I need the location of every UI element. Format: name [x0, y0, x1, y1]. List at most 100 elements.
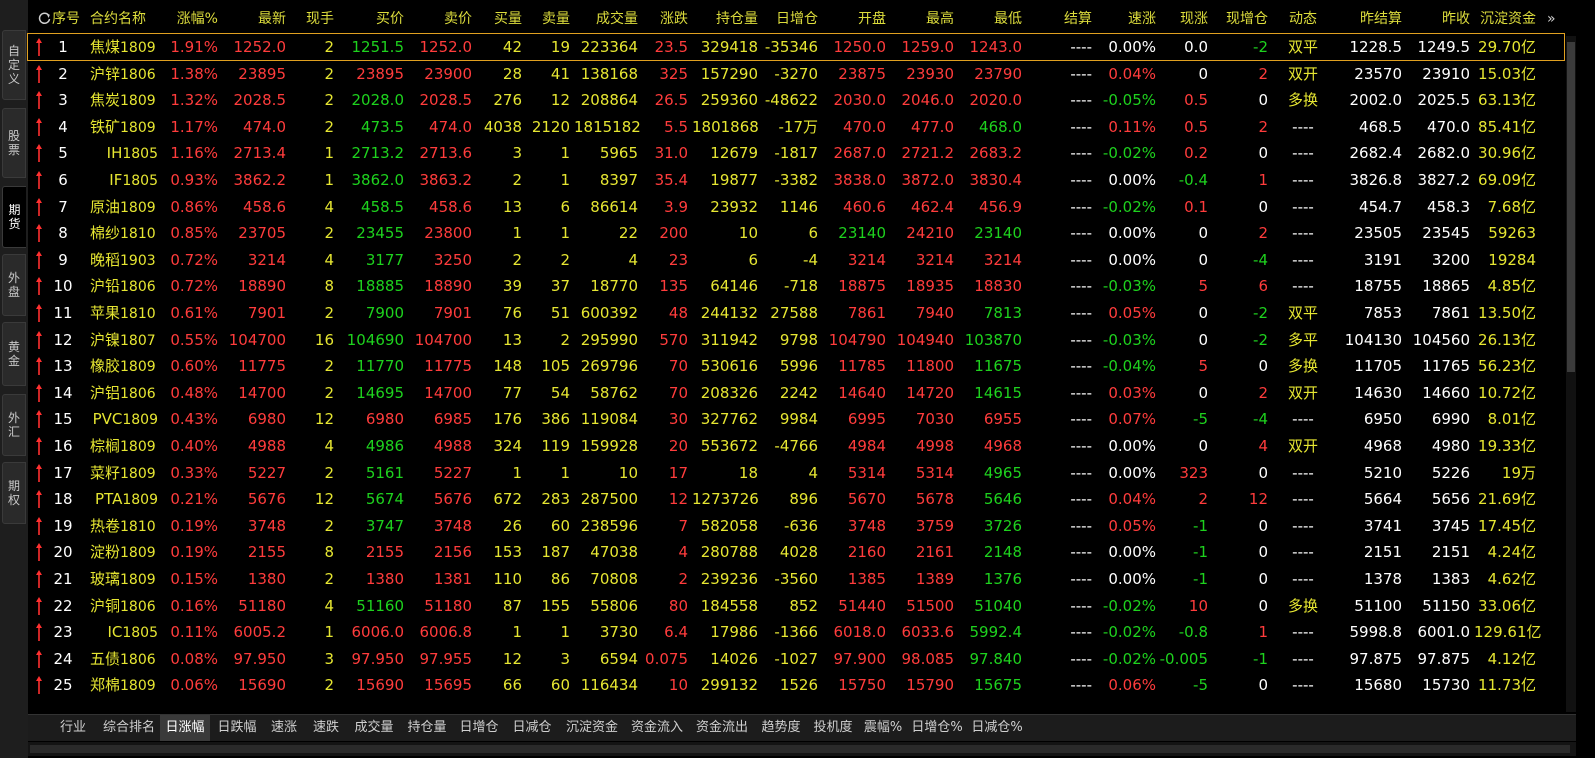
table-row[interactable]: 1 焦煤1809 1.91% 1252.0 2 1251.5 1252.0 42 19 22336… [27, 33, 1565, 61]
table-row[interactable]: 3 焦炭1809 1.32% 2028.5 2 2028.0 2028.5 276 12 2088… [28, 87, 1564, 113]
column-header[interactable]: 成交量 [574, 6, 638, 32]
column-header[interactable]: 昨结算 [1332, 6, 1402, 32]
column-header[interactable]: 日增仓 [762, 6, 818, 32]
column-header[interactable]: 现涨 [1158, 6, 1208, 32]
table-row[interactable]: 11 苹果1810 0.61% 7901 2 7900 7901 76 51 600392 48 24… [28, 300, 1564, 326]
left-tab-5[interactable]: 黄金 [2, 322, 26, 386]
bottom-tab-3[interactable]: 日涨幅 [160, 715, 210, 741]
cell-ask: 1252.0 [419, 38, 473, 56]
column-header[interactable]: 买价 [340, 6, 404, 32]
table-row[interactable]: 19 热卷1810 0.19% 3748 2 3747 3748 26 60 238596 7 582… [28, 513, 1564, 539]
column-header[interactable]: 昨收 [1406, 6, 1470, 32]
table-row[interactable]: 7 原油1809 0.86% 458.6 4 458.5 458.6 13 6 86614 3.9 2… [28, 194, 1564, 220]
column-header[interactable]: 动态 [1278, 6, 1328, 32]
horizontal-scrollbar[interactable] [28, 742, 1576, 756]
cell-nowoi: 0 [1258, 570, 1268, 588]
bottom-tab-6[interactable]: 速跌 [306, 715, 346, 741]
table-row[interactable]: 8 棉纱1810 0.85% 23705 2 23455 23800 1 1 22 200 10 6 23… [28, 220, 1564, 246]
bottom-tab-8[interactable]: 持仓量 [402, 715, 452, 741]
left-tab-3[interactable]: 期货 [2, 186, 26, 248]
column-header[interactable]: 开盘 [822, 6, 886, 32]
column-header[interactable]: 序号 [48, 6, 84, 32]
column-header[interactable]: 最新 [226, 6, 286, 32]
column-header[interactable]: 速涨 [1096, 6, 1156, 32]
column-header[interactable]: 沉淀资金 [1474, 6, 1536, 32]
cell-pct: 1.32% [170, 91, 218, 110]
cell-spd: -0.02% [1102, 596, 1156, 615]
column-header[interactable]: 现增仓 [1212, 6, 1268, 32]
table-row[interactable]: 4 铁矿1809 1.17% 474.0 2 473.5 474.0 4038 2120 1815… [28, 114, 1564, 140]
cell-preclose: 11765 [1422, 357, 1470, 376]
contract-name: 热卷1810 [90, 513, 160, 539]
bottom-tab-9[interactable]: 日增仓 [454, 715, 504, 741]
left-tab-7[interactable]: 期权 [2, 462, 26, 524]
table-row[interactable]: 13 橡胶1809 0.60% 11775 2 11770 11775 148 105 26979… [28, 353, 1564, 379]
table-row[interactable]: 24 五债1806 0.08% 97.950 3 97.950 97.955 12 3 6594 0… [28, 646, 1564, 672]
column-header[interactable]: 持仓量 [692, 6, 758, 32]
table-row[interactable]: 12 沪镍1807 0.55% 104700 16 104690 104700 13 2 2959… [28, 327, 1564, 353]
more-columns-icon[interactable]: » [1547, 6, 1567, 32]
table-row[interactable]: 16 棕榈1809 0.40% 4988 4 4986 4988 324 119 159928 20… [28, 433, 1564, 459]
column-header[interactable]: 最低 [958, 6, 1022, 32]
column-header[interactable]: 合约名称 [90, 6, 170, 32]
cell-hand: 2 [324, 357, 334, 376]
column-header[interactable]: 结算 [1038, 6, 1092, 32]
cell-bid: 5161 [365, 463, 404, 482]
bottom-tab-10[interactable]: 日减仓 [506, 715, 558, 741]
table-row[interactable]: 10 沪铅1806 0.72% 18890 8 18885 18890 39 37 18770 13… [28, 273, 1564, 299]
up-arrow-icon [36, 383, 42, 402]
column-header[interactable]: 最高 [890, 6, 954, 32]
column-header[interactable]: 买量 [478, 6, 522, 32]
contract-month: 1805 [122, 625, 158, 642]
bottom-tab-16[interactable]: 震幅% [860, 715, 906, 741]
bottom-tab-18[interactable]: 日减仓% [968, 715, 1026, 741]
left-tab-1[interactable]: 自定义 [2, 30, 26, 100]
table-row[interactable]: 25 郑棉1809 0.06% 15690 2 15690 15695 66 60 116434 1… [28, 672, 1564, 698]
bottom-tab-11[interactable]: 沉淀资金 [560, 715, 624, 741]
bottom-tab-17[interactable]: 日增仓% [908, 715, 966, 741]
table-row[interactable]: 6 IF1805 0.93% 3862.2 1 3862.0 3863.2 2 1 8397 35.… [28, 167, 1564, 193]
contract-symbol: IH [106, 144, 123, 163]
cell-preclose: 1383 [1431, 570, 1470, 588]
cell-hand: 1 [324, 144, 334, 163]
column-header[interactable]: 现手 [290, 6, 334, 32]
vertical-scrollbar-thumb[interactable] [1567, 42, 1575, 372]
bottom-tab-15[interactable]: 投机度 [808, 715, 858, 741]
cell-settle: ---- [1070, 383, 1092, 402]
cell-no: 19 [53, 516, 73, 535]
bottom-tab-14[interactable]: 趋势度 [756, 715, 806, 741]
cell-presettle: 97.875 [1349, 649, 1403, 668]
contract-month: 1805 [122, 146, 158, 163]
cell-open: 1250.0 [833, 38, 887, 56]
bottom-tab-13[interactable]: 资金流出 [690, 715, 754, 741]
column-header[interactable]: 卖价 [408, 6, 472, 32]
cell-spd: 0.00% [1108, 171, 1156, 189]
bottom-tab-5[interactable]: 速涨 [264, 715, 304, 741]
left-tab-6[interactable]: 外汇 [2, 394, 26, 456]
table-row[interactable]: 5 IH1805 1.16% 2713.4 1 2713.2 2713.6 3 1 5965 31.… [28, 140, 1564, 166]
table-row[interactable]: 15 PVC1809 0.43% 6980 12 6980 6985 176 386 119084… [28, 406, 1564, 432]
column-header[interactable]: 涨跌 [642, 6, 688, 32]
table-row[interactable]: 22 沪铜1806 0.16% 51180 4 51160 51180 87 155 55806 8… [28, 593, 1564, 619]
bottom-tab-7[interactable]: 成交量 [348, 715, 400, 741]
table-row[interactable]: 18 PTA1809 0.21% 5676 12 5674 5676 672 283 287500… [28, 486, 1564, 512]
horizontal-scrollbar-thumb[interactable] [30, 745, 1570, 753]
cell-low: 51040 [974, 596, 1022, 615]
bottom-tab-2[interactable]: 综合排名 [100, 715, 158, 741]
cell-preclose: 97.875 [1417, 649, 1471, 668]
table-row[interactable]: 23 IC1805 0.11% 6005.2 1 6006.0 6006.8 1 1 3730 6.… [28, 619, 1564, 645]
bottom-tab-4[interactable]: 日跌幅 [212, 715, 262, 741]
left-tab-4[interactable]: 外盘 [2, 254, 26, 316]
table-row[interactable]: 2 沪锌1806 1.38% 23895 2 23895 23900 28 41 138168 32… [28, 61, 1564, 87]
table-row[interactable]: 17 菜籽1809 0.33% 5227 2 5161 5227 1 1 10 17 18 4 5314 5… [28, 460, 1564, 486]
table-row[interactable]: 14 沪铝1806 0.48% 14700 2 14695 14700 77 54 58762 70… [28, 380, 1564, 406]
left-tab-2[interactable]: 股票 [2, 108, 26, 178]
vertical-scrollbar[interactable] [1566, 36, 1576, 712]
column-header[interactable]: 涨幅% [168, 6, 218, 32]
table-row[interactable]: 9 晚稻1903 0.72% 3214 4 3177 3250 2 2 4 23 6 -4 3214 321… [28, 247, 1564, 273]
column-header[interactable]: 卖量 [526, 6, 570, 32]
bottom-tab-1[interactable]: 行业 [58, 715, 88, 741]
bottom-tab-12[interactable]: 资金流入 [626, 715, 688, 741]
table-row[interactable]: 20 淀粉1809 0.19% 2155 8 2155 2156 153 187 47038 4 28… [28, 539, 1564, 565]
table-row[interactable]: 21 玻璃1809 0.15% 1380 2 1380 1381 110 86 70808 2 239… [28, 566, 1564, 592]
